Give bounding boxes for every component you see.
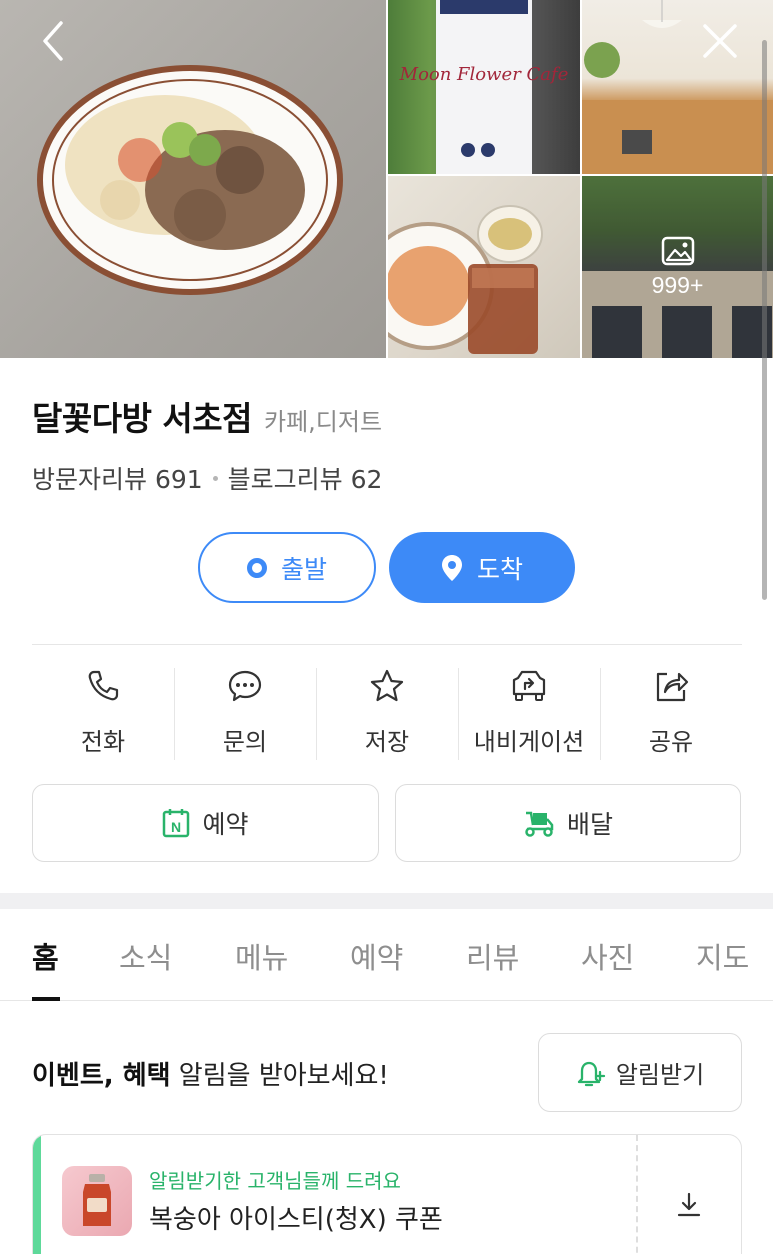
review-summary: 방문자리뷰 691 블로그리뷰 62 — [32, 460, 382, 496]
tab-news[interactable]: 소식 — [119, 935, 172, 977]
naver-booking-icon: N — [163, 809, 190, 838]
download-icon — [677, 1192, 701, 1217]
tab-photos[interactable]: 사진 — [581, 935, 634, 977]
gallery-icon — [661, 236, 694, 265]
navigation-icon — [512, 670, 546, 701]
route-start-button[interactable]: 출발 — [198, 532, 376, 603]
coupon-separator — [636, 1135, 638, 1254]
tab-bar: 홈 소식 메뉴 예약 리뷰 사진 지도 — [0, 909, 773, 1001]
coupon-eyebrow: 알림받기한 고객님들께 드려요 — [149, 1169, 401, 1193]
alert-text-rest: 알림을 받아보세요! — [170, 1061, 389, 1091]
chevron-left-icon — [43, 21, 63, 61]
blog-review-count[interactable]: 블로그리뷰 62 — [228, 460, 383, 496]
call-button[interactable]: 전화 — [32, 668, 174, 760]
action-label: 내비게이션 — [473, 728, 585, 756]
action-row: 전화 문의 저장 내비게이션 공유 — [32, 668, 742, 760]
route-end-button[interactable]: 도착 — [389, 532, 575, 603]
svg-text:N: N — [171, 819, 181, 835]
delivery-scooter-icon — [525, 811, 554, 837]
reserve-button[interactable]: N 예약 — [32, 784, 379, 862]
coupon-download-button[interactable] — [669, 1185, 709, 1225]
scrollbar[interactable] — [762, 40, 767, 600]
delivery-button[interactable]: 배달 — [395, 784, 741, 862]
share-button[interactable]: 공유 — [600, 668, 742, 760]
active-tab-indicator — [32, 997, 60, 1001]
tab-reservation[interactable]: 예약 — [350, 935, 403, 977]
coupon-thumbnail — [62, 1166, 132, 1236]
close-icon — [703, 24, 737, 58]
photo-gallery[interactable]: Moon Flower Cafe 999+ — [0, 0, 773, 358]
coupon-card[interactable]: 알림받기한 고객님들께 드려요 복숭아 아이스티(청X) 쿠폰 — [32, 1134, 742, 1254]
star-icon — [370, 669, 404, 702]
action-label: 문의 — [222, 728, 268, 756]
tab-reviews[interactable]: 리뷰 — [466, 935, 519, 977]
tab-menu[interactable]: 메뉴 — [235, 935, 288, 977]
chat-icon — [228, 670, 262, 702]
route-start-label: 출발 — [280, 554, 327, 584]
visitor-review-count[interactable]: 방문자리뷰 691 — [32, 460, 203, 496]
photo-count: 999+ — [651, 271, 704, 298]
photo-more-overlay[interactable]: 999+ — [582, 176, 773, 358]
subscribe-alert-label: 알림받기 — [615, 1061, 705, 1089]
close-button[interactable] — [700, 21, 740, 61]
tab-home[interactable]: 홈 — [32, 935, 59, 977]
section-divider — [32, 644, 742, 645]
separator-dot — [212, 475, 218, 481]
photo-interior[interactable] — [582, 0, 773, 174]
section-gap — [0, 893, 773, 909]
back-button[interactable] — [33, 21, 73, 61]
alert-prompt: 이벤트, 혜택 알림을 받아보세요! — [32, 1055, 389, 1092]
coupon-title: 복숭아 아이스티(청X) 쿠폰 — [149, 1205, 443, 1235]
delivery-label: 배달 — [566, 810, 613, 839]
route-end-label: 도착 — [476, 554, 523, 584]
origin-dot-icon — [246, 557, 267, 578]
inquiry-button[interactable]: 문의 — [174, 668, 316, 760]
action-label: 저장 — [364, 728, 410, 756]
coupon-accent-bar — [33, 1135, 41, 1254]
cafe-sign-text: Moon Flower Cafe — [399, 64, 569, 85]
action-label: 전화 — [80, 728, 126, 756]
alert-text-bold: 이벤트, 혜택 — [32, 1061, 171, 1091]
photo-food-drink[interactable] — [388, 176, 580, 358]
save-button[interactable]: 저장 — [316, 668, 458, 760]
location-pin-icon — [441, 554, 462, 581]
place-name: 달꽃다방 서초점 — [32, 399, 253, 438]
phone-icon — [88, 670, 119, 701]
place-title-row: 달꽃다방 서초점 카페,디저트 — [32, 392, 382, 440]
place-category: 카페,디저트 — [264, 408, 383, 436]
action-label: 공유 — [648, 728, 694, 756]
iced-tea-bottle-icon — [83, 1174, 111, 1226]
navigation-button[interactable]: 내비게이션 — [458, 668, 600, 760]
tab-map[interactable]: 지도 — [696, 935, 749, 977]
reserve-label: 예약 — [202, 810, 249, 839]
share-icon — [656, 672, 689, 702]
bell-plus-icon — [577, 1061, 605, 1086]
photo-cafe-sign[interactable]: Moon Flower Cafe — [388, 0, 580, 174]
subscribe-alert-button[interactable]: 알림받기 — [538, 1033, 742, 1112]
